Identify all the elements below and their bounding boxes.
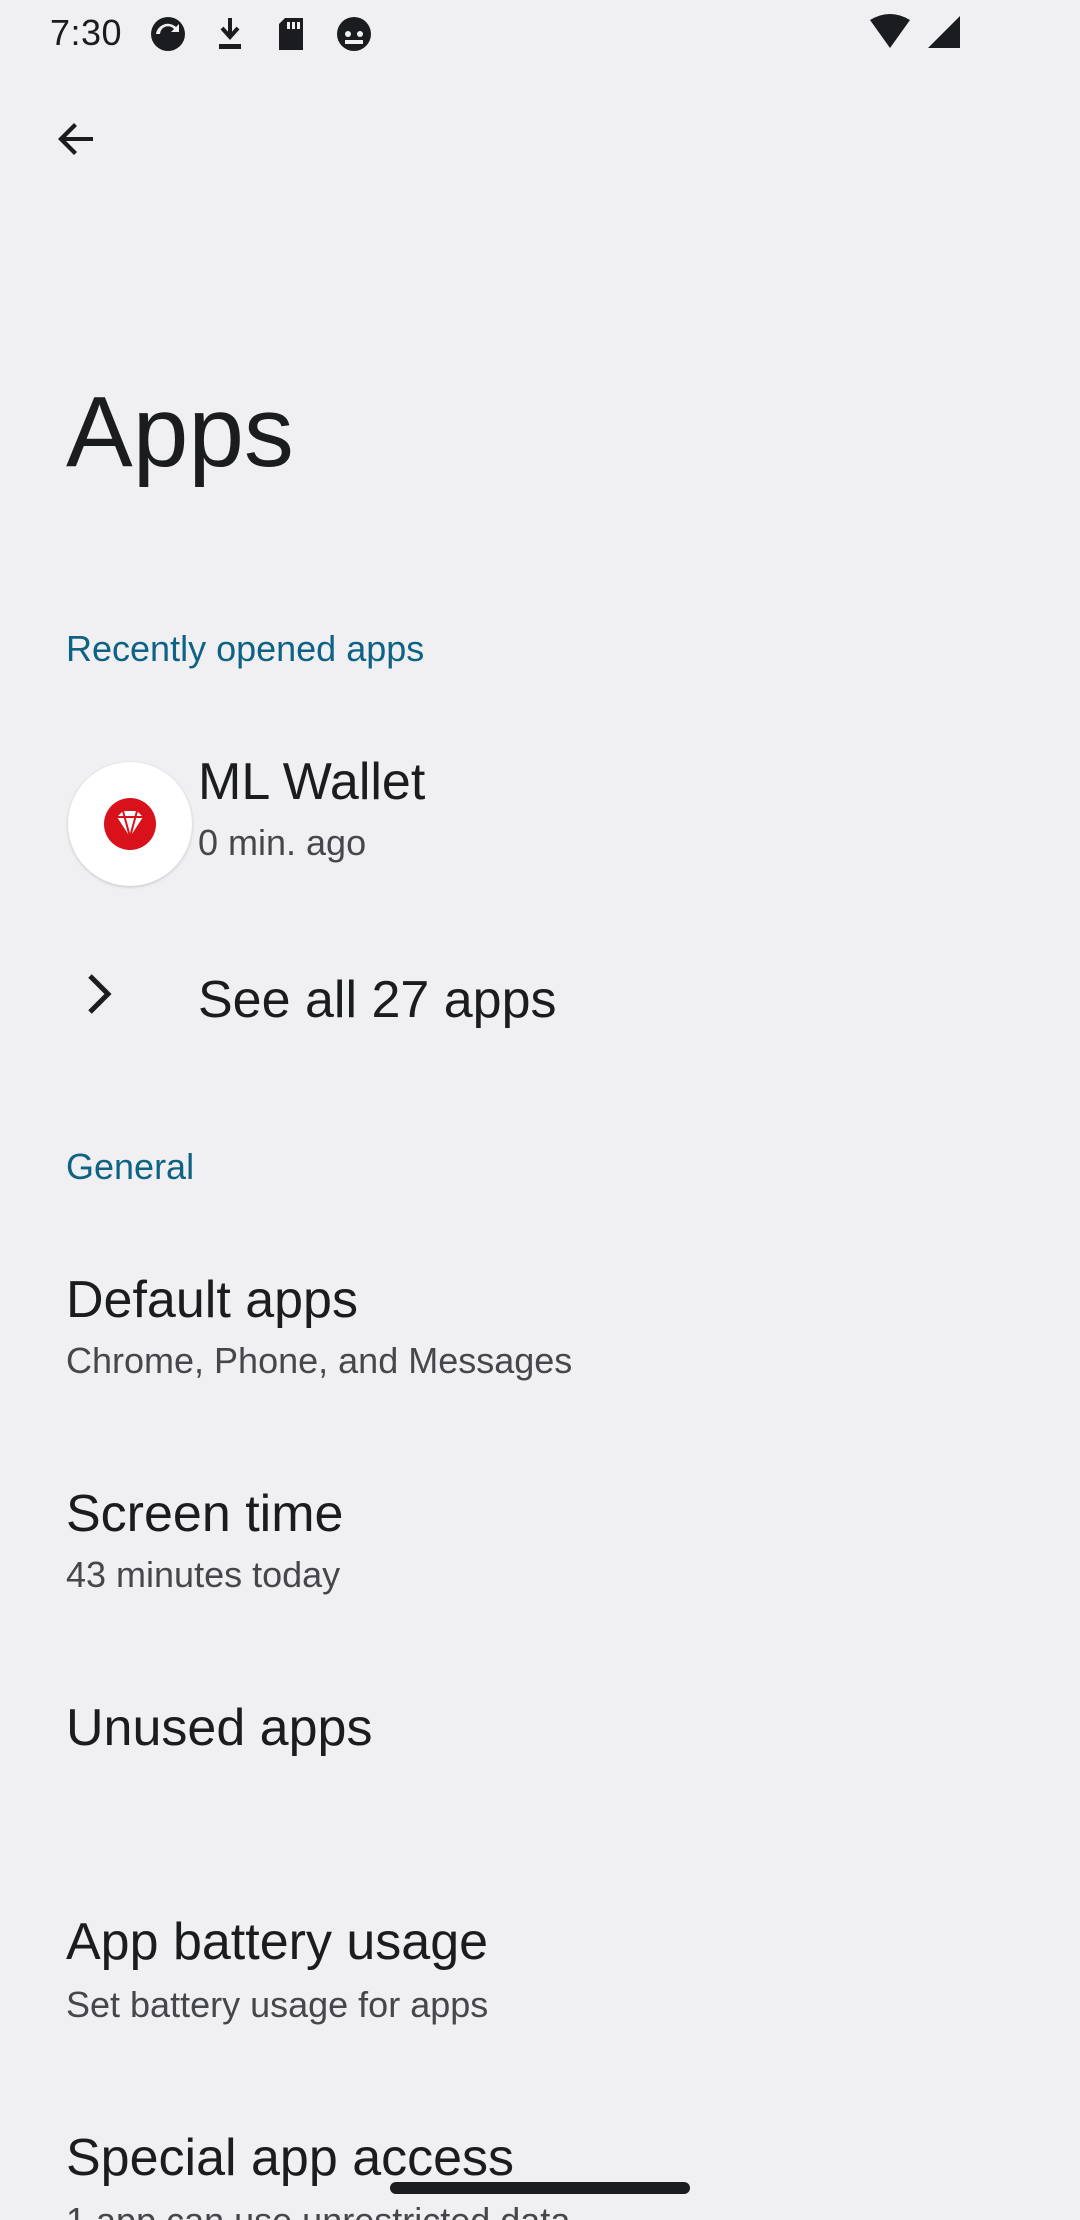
special-app-access-item[interactable]: Special app access 1 app can use unrestr… [0,2108,1080,2220]
ml-wallet-icon [68,762,192,886]
gesture-nav-handle[interactable] [390,2182,690,2194]
wifi-icon [868,14,912,55]
sync-icon [148,14,188,54]
cell-signal-icon [926,14,962,55]
screen-time-item[interactable]: Screen time 43 minutes today [0,1462,1080,1632]
screen-time-subtitle: 43 minutes today [66,1554,341,1595]
system-icons [868,14,962,55]
special-app-access-subtitle: 1 app can use unrestricted data [66,2200,570,2220]
see-all-apps-label: See all 27 apps [198,971,557,1029]
screen-time-title: Screen time [66,1485,344,1543]
sd-card-icon [272,14,312,54]
app-name: ML Wallet [198,753,426,811]
app-battery-usage-item[interactable]: App battery usage Set battery usage for … [0,1892,1080,2062]
unused-apps-item[interactable]: Unused apps [0,1676,1080,1846]
download-icon [210,14,250,54]
app-battery-usage-title: App battery usage [66,1913,489,1971]
section-header-general: General [66,1146,195,1187]
default-apps-item[interactable]: Default apps Chrome, Phone, and Messages [0,1246,1080,1416]
special-app-access-title: Special app access [66,2129,515,2187]
unused-apps-title: Unused apps [66,1699,373,1757]
see-all-apps-row[interactable]: See all 27 apps [0,930,1080,1060]
section-header-recent: Recently opened apps [66,628,425,669]
recent-app-ml-wallet[interactable]: ML Wallet 0 min. ago [0,736,1080,886]
notification-icons [148,14,374,54]
default-apps-title: Default apps [66,1271,358,1329]
status-bar: 7:30 [0,0,1080,66]
page-title: Apps [66,376,294,488]
app-battery-usage-subtitle: Set battery usage for apps [66,1984,489,2025]
default-apps-subtitle: Chrome, Phone, and Messages [66,1340,573,1381]
back-button[interactable] [40,102,114,176]
android-debug-icon [334,14,374,54]
arrow-back-icon [58,123,93,155]
chevron-right-icon [88,974,112,1014]
status-time: 7:30 [50,12,123,53]
app-last-opened: 0 min. ago [198,822,367,863]
